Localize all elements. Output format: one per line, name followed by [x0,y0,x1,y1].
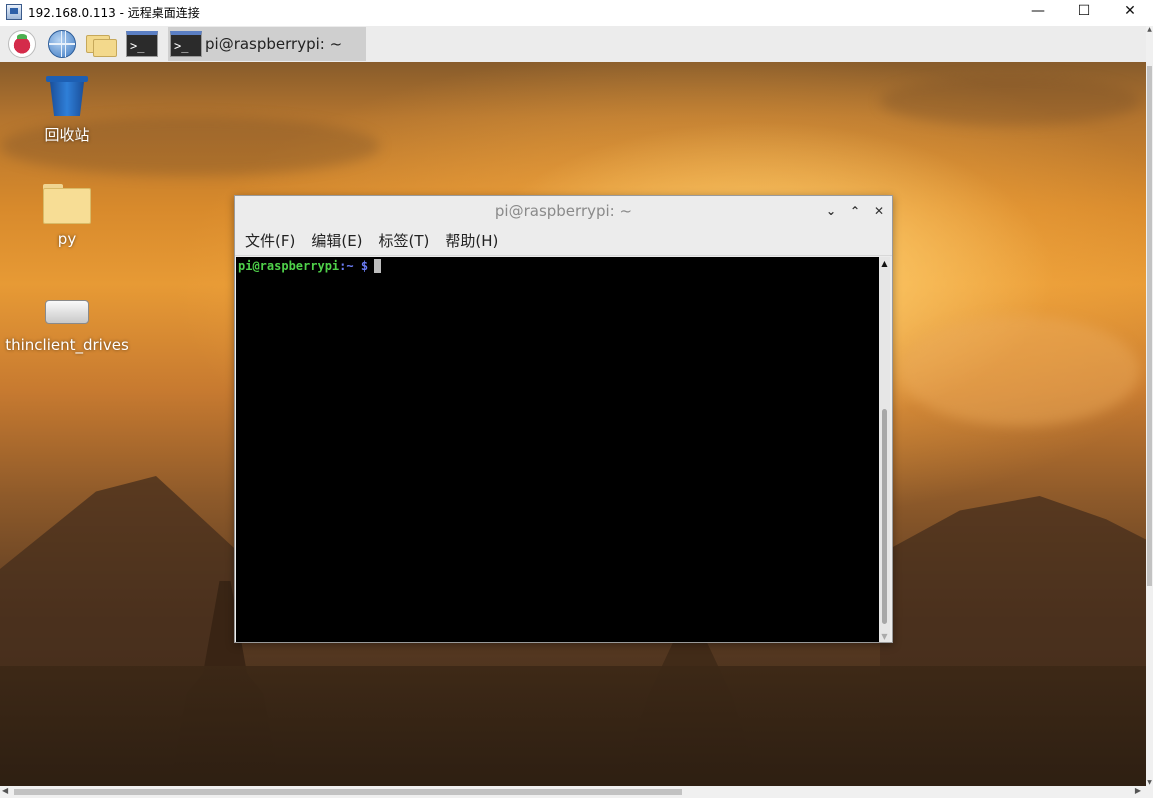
remote-desktop-icon [6,4,22,20]
trash-icon [46,76,88,118]
rdp-window-title: 192.168.0.113 - 远程桌面连接 [28,5,200,20]
prompt-symbol: $ [360,259,369,273]
scroll-down-icon[interactable]: ▼ [879,630,890,642]
menu-tabs[interactable]: 标签(T) [379,230,430,251]
rdp-horizontal-scrollbar[interactable]: ◀ ▶ [0,786,1153,798]
terminal-maximize-button[interactable]: ⌃ [846,202,864,220]
desktop-icon-label: thinclient_drives [5,336,129,354]
desktop-icon-py[interactable]: py [2,184,132,248]
terminal-window-controls: ⌄ ⌃ ✕ [822,202,888,220]
drive-icon [45,300,89,324]
rdp-titlebar: 192.168.0.113 - 远程桌面连接 — ☐ ✕ [0,0,1153,24]
scroll-up-icon[interactable]: ▲ [879,257,890,269]
minimize-button[interactable]: — [1015,0,1061,22]
prompt-path: :~ [339,259,354,273]
folder-icon [43,184,91,224]
maximize-button[interactable]: ☐ [1061,0,1107,22]
desktop-icon-trash[interactable]: 回收站 [2,76,132,145]
scrollbar-thumb[interactable] [1147,66,1152,586]
close-button[interactable]: ✕ [1107,0,1153,22]
menu-file[interactable]: 文件(F) [245,230,295,251]
scroll-right-icon[interactable]: ▶ [1135,786,1141,795]
browser-launcher[interactable] [44,27,80,61]
terminal-titlebar[interactable]: pi@raspberrypi: ~ ⌄ ⌃ ✕ [235,196,892,226]
desktop-icon-label: py [57,230,77,248]
terminal-icon: >_ [126,31,158,57]
desktop-icon-thinclient-drives[interactable]: thinclient_drives [2,294,132,354]
wallpaper-cloud [880,76,1140,126]
terminal-menubar: 文件(F) 编辑(E) 标签(T) 帮助(H) [235,226,892,256]
terminal-output[interactable]: pi@raspberrypi:~ $ [236,257,879,642]
terminal-launcher[interactable]: >_ [124,27,160,61]
raspberry-pi-icon [8,30,36,58]
desktop-icon-label: 回收站 [44,126,90,144]
terminal-window: pi@raspberrypi: ~ ⌄ ⌃ ✕ 文件(F) 编辑(E) 标签(T… [234,195,893,643]
rdp-window-controls: — ☐ ✕ [1015,0,1153,24]
terminal-title: pi@raspberrypi: ~ [494,202,633,220]
terminal-close-button[interactable]: ✕ [870,202,888,220]
terminal-icon: >_ [170,31,202,57]
taskbar-panel: >_ >_ pi@raspberrypi: ~ [0,26,1146,62]
taskbar-item-terminal[interactable]: >_ pi@raspberrypi: ~ [168,27,366,61]
globe-icon [48,30,76,58]
menu-button[interactable] [4,27,40,61]
taskbar-item-label: pi@raspberrypi: ~ [205,35,343,53]
wallpaper-cloud [900,316,1140,426]
folder-icon [86,31,118,57]
terminal-minimize-button[interactable]: ⌄ [822,202,840,220]
scroll-left-icon[interactable]: ◀ [2,786,8,795]
terminal-prompt-line: pi@raspberrypi:~ $ [238,259,877,273]
scroll-down-icon[interactable]: ▼ [1146,779,1153,786]
scroll-up-icon[interactable]: ▲ [1146,26,1153,33]
text-cursor [374,259,382,273]
scrollbar-thumb[interactable] [14,789,682,795]
scrollbar-thumb[interactable] [882,409,887,624]
prompt-user: pi@raspberrypi [238,259,340,273]
wallpaper-trees [0,666,1146,786]
terminal-scrollbar[interactable]: ▲ ▼ [879,257,890,642]
menu-edit[interactable]: 编辑(E) [311,230,362,251]
menu-help[interactable]: 帮助(H) [445,230,498,251]
remote-desktop[interactable]: >_ >_ pi@raspberrypi: ~ 回收站 py thinclien… [0,26,1146,786]
rdp-vertical-scrollbar[interactable]: ▲ ▼ [1146,26,1153,786]
file-manager-launcher[interactable] [84,27,120,61]
